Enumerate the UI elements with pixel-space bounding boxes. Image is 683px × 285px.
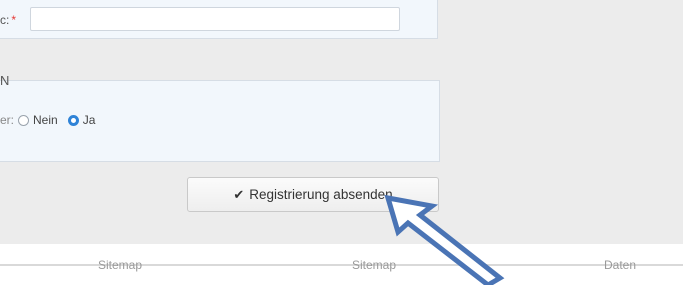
footer-link[interactable]: Sitemap bbox=[98, 258, 142, 272]
form-panel-top: c: * bbox=[0, 0, 438, 39]
footer-link[interactable]: Daten bbox=[604, 258, 636, 272]
radio-nein[interactable] bbox=[18, 114, 30, 126]
required-mark: * bbox=[11, 13, 17, 27]
check-icon: ✔ bbox=[233, 186, 245, 202]
radio-ja-label[interactable]: Ja bbox=[83, 113, 96, 127]
radio-ja[interactable] bbox=[67, 114, 79, 126]
text-input-field[interactable] bbox=[30, 7, 400, 31]
radio-group-label: er: bbox=[0, 113, 15, 127]
pointer-arrow-icon bbox=[384, 194, 505, 285]
radio-nein-label[interactable]: Nein bbox=[33, 113, 58, 127]
section-heading: N bbox=[0, 73, 10, 88]
field-label: c: * bbox=[0, 13, 17, 27]
radio-group: er: Nein Ja bbox=[0, 113, 103, 127]
